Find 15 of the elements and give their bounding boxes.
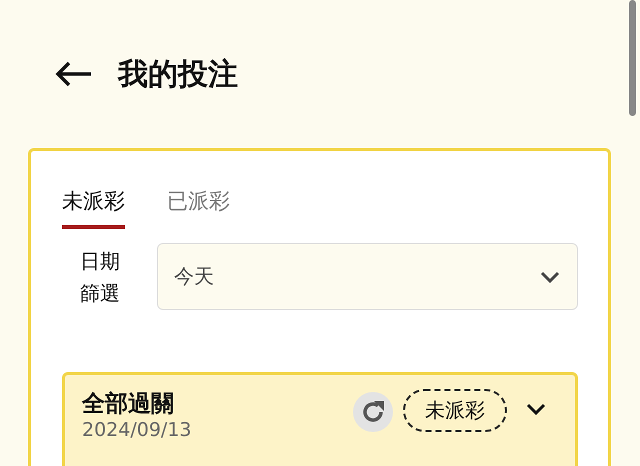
page-title: 我的投注	[118, 56, 238, 94]
status-tag: 未派彩	[403, 389, 507, 432]
bet-card[interactable]: 全部過關 2024/09/13 未派彩	[62, 372, 578, 466]
refresh-button[interactable]	[353, 392, 393, 432]
scrollbar[interactable]	[629, 0, 636, 116]
chevron-down-icon	[525, 402, 547, 416]
date-dropdown[interactable]: 今天	[157, 243, 578, 310]
tab[interactable]: 已派彩	[167, 183, 230, 229]
tab[interactable]: 未派彩	[62, 183, 125, 229]
chevron-down-icon	[539, 270, 561, 284]
back-arrow-icon	[55, 61, 92, 87]
bet-date: 2024/09/13	[82, 419, 193, 441]
filter-label: 日期篩選	[80, 248, 120, 306]
bet-title: 全部過關	[82, 390, 175, 419]
back-button[interactable]	[55, 61, 92, 87]
